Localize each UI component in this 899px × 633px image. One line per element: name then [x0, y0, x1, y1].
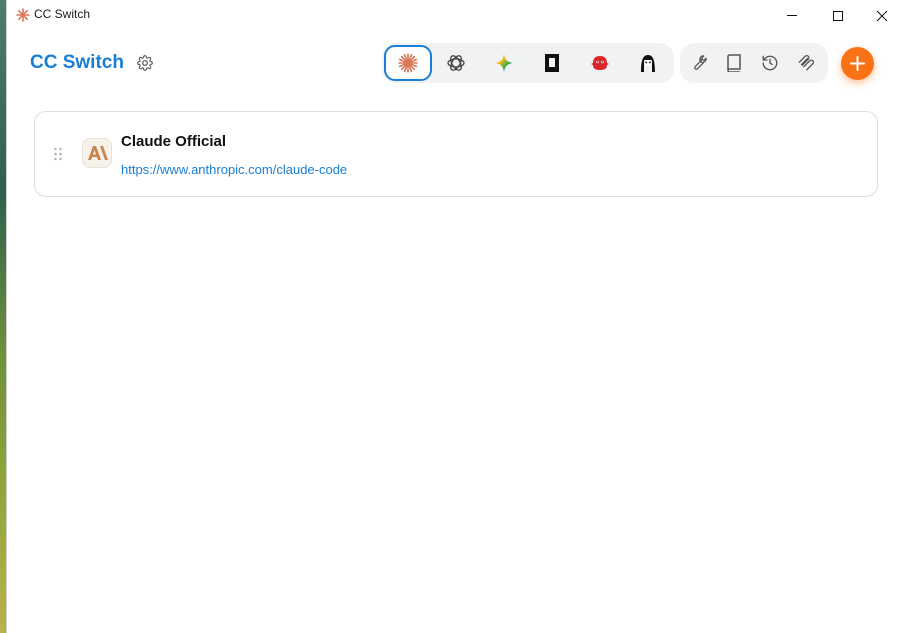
provider-url-link[interactable]: https://www.anthropic.com/claude-code: [121, 162, 347, 177]
tool-creature-button[interactable]: [576, 45, 624, 81]
app-title: CC Switch: [30, 52, 124, 73]
tool-box-button[interactable]: [528, 45, 576, 81]
mcp-icon: [798, 55, 814, 71]
provider-card[interactable]: Claude Official https://www.anthropic.co…: [34, 111, 878, 197]
close-button[interactable]: [859, 0, 899, 31]
provider-name: Claude Official: [121, 133, 227, 150]
close-icon: [876, 10, 888, 22]
maximize-icon: [833, 11, 843, 21]
claude-asterisk-icon: [398, 53, 418, 73]
tool-gemini-button[interactable]: [480, 45, 528, 81]
gear-icon[interactable]: [137, 55, 153, 71]
hooded-character-icon: [641, 55, 655, 72]
drag-handle-icon[interactable]: [53, 147, 63, 161]
tool-codex-button[interactable]: [432, 45, 480, 81]
minimize-button[interactable]: [769, 0, 815, 31]
title-bar: CC Switch: [7, 0, 899, 31]
plus-icon: [850, 56, 865, 71]
tool-claude-button[interactable]: [384, 45, 432, 81]
window-title: CC Switch: [34, 7, 91, 21]
app-window: CC Switch CC Switch Claude Official http…: [6, 0, 899, 633]
mcp-button[interactable]: [782, 45, 830, 81]
action-toolbar: [680, 43, 828, 83]
wrench-icon: [694, 55, 707, 70]
minimize-icon: [787, 15, 797, 16]
history-icon: [762, 55, 778, 71]
app-selector: [382, 43, 674, 83]
provider-logo: [82, 138, 112, 168]
gemini-sparkle-icon: [495, 54, 513, 72]
red-creature-icon: [591, 56, 609, 70]
maximize-button[interactable]: [815, 0, 861, 31]
add-provider-button[interactable]: [841, 47, 874, 80]
anthropic-logo-icon: [88, 146, 108, 160]
openai-knot-icon: [447, 55, 465, 71]
claude-asterisk-icon: [16, 8, 30, 22]
black-box-icon: [545, 54, 559, 72]
book-icon: [727, 54, 741, 72]
tool-character-button[interactable]: [624, 45, 672, 81]
